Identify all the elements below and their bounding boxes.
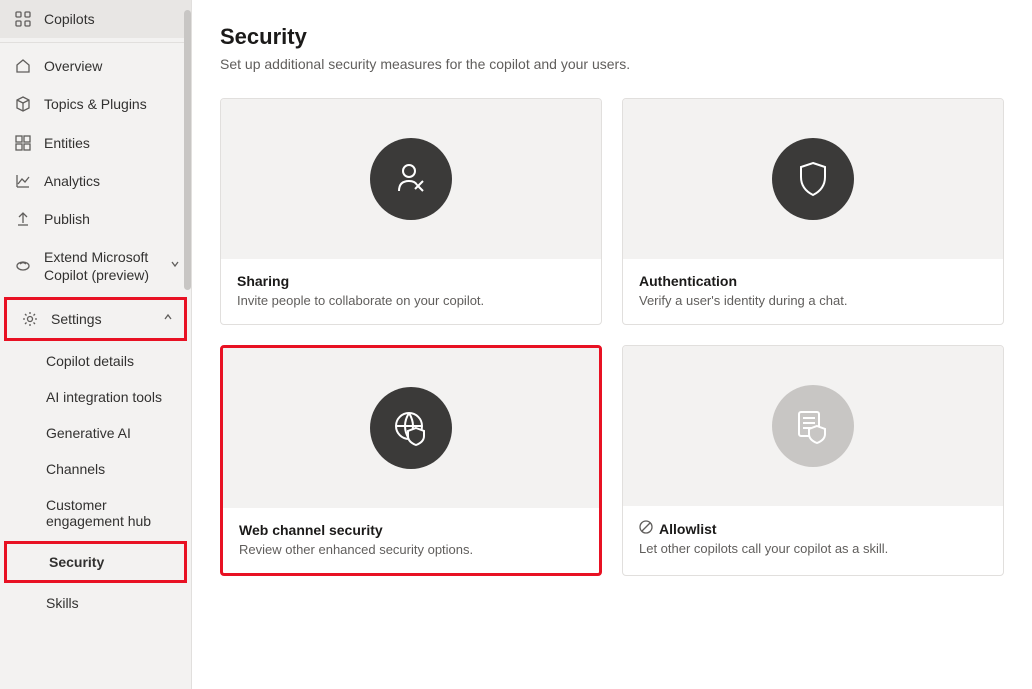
nav-label: Publish — [44, 210, 177, 228]
card-title: Sharing — [237, 273, 585, 289]
nav-label: Extend Microsoft Copilot (preview) — [44, 248, 177, 284]
copilot-icon — [14, 257, 32, 275]
nav-analytics[interactable]: Analytics — [0, 162, 191, 200]
nav-label: Topics & Plugins — [44, 95, 177, 113]
sub-details[interactable]: Copilot details — [0, 343, 191, 379]
card-sharing[interactable]: Sharing Invite people to collaborate on … — [220, 98, 602, 325]
sidebar: Copilots Overview Topics & Plugins Entit… — [0, 0, 192, 689]
upload-icon — [14, 210, 32, 228]
card-title: Web channel security — [239, 522, 583, 538]
card-desc: Invite people to collaborate on your cop… — [237, 293, 585, 308]
gear-icon — [21, 310, 39, 328]
card-icon-area — [623, 346, 1003, 506]
nav-entities[interactable]: Entities — [0, 124, 191, 162]
entities-icon — [14, 134, 32, 152]
blocked-icon — [639, 520, 653, 537]
list-shield-icon — [772, 385, 854, 467]
divider — [0, 42, 191, 43]
sub-channels[interactable]: Channels — [0, 451, 191, 487]
chart-icon — [14, 172, 32, 190]
nav-settings[interactable]: Settings — [4, 297, 187, 341]
nav-topics[interactable]: Topics & Plugins — [0, 85, 191, 123]
card-web-channel-security[interactable]: Web channel security Review other enhanc… — [220, 345, 602, 576]
card-icon-area — [623, 99, 1003, 259]
card-allowlist[interactable]: Allowlist Let other copilots call your c… — [622, 345, 1004, 576]
sub-ai[interactable]: AI integration tools — [0, 379, 191, 415]
main-content: Security Set up additional security meas… — [192, 0, 1032, 689]
card-title: Authentication — [639, 273, 987, 289]
cards-grid: Sharing Invite people to collaborate on … — [220, 98, 1004, 576]
grid-icon — [14, 10, 32, 28]
card-title: Allowlist — [639, 520, 987, 537]
card-title-text: Allowlist — [659, 521, 717, 537]
nav-label: Copilots — [44, 10, 177, 28]
nav-label: Settings — [51, 310, 170, 328]
nav-label: Overview — [44, 57, 177, 75]
page-title: Security — [220, 24, 1004, 50]
chevron-up-icon — [162, 310, 174, 328]
nav-label: Entities — [44, 134, 177, 152]
card-desc: Verify a user's identity during a chat. — [639, 293, 987, 308]
card-desc: Let other copilots call your copilot as … — [639, 541, 987, 556]
home-icon — [14, 57, 32, 75]
nav-copilots[interactable]: Copilots — [0, 0, 191, 38]
sub-security[interactable]: Security — [7, 544, 184, 580]
card-desc: Review other enhanced security options. — [239, 542, 583, 557]
page-subtitle: Set up additional security measures for … — [220, 56, 1004, 72]
chevron-down-icon — [169, 257, 181, 275]
nav-overview[interactable]: Overview — [0, 47, 191, 85]
box-icon — [14, 95, 32, 113]
card-authentication[interactable]: Authentication Verify a user's identity … — [622, 98, 1004, 325]
globe-shield-icon — [370, 387, 452, 469]
sub-skills[interactable]: Skills — [0, 585, 191, 621]
shield-icon — [772, 138, 854, 220]
card-icon-area — [221, 99, 601, 259]
nav-publish[interactable]: Publish — [0, 200, 191, 238]
nav-label: Analytics — [44, 172, 177, 190]
sub-customer[interactable]: Customer engagement hub — [0, 487, 191, 539]
share-icon — [370, 138, 452, 220]
sub-gen[interactable]: Generative AI — [0, 415, 191, 451]
scrollbar[interactable] — [183, 0, 191, 689]
card-icon-area — [223, 348, 599, 508]
nav-extend[interactable]: Extend Microsoft Copilot (preview) — [0, 238, 191, 294]
